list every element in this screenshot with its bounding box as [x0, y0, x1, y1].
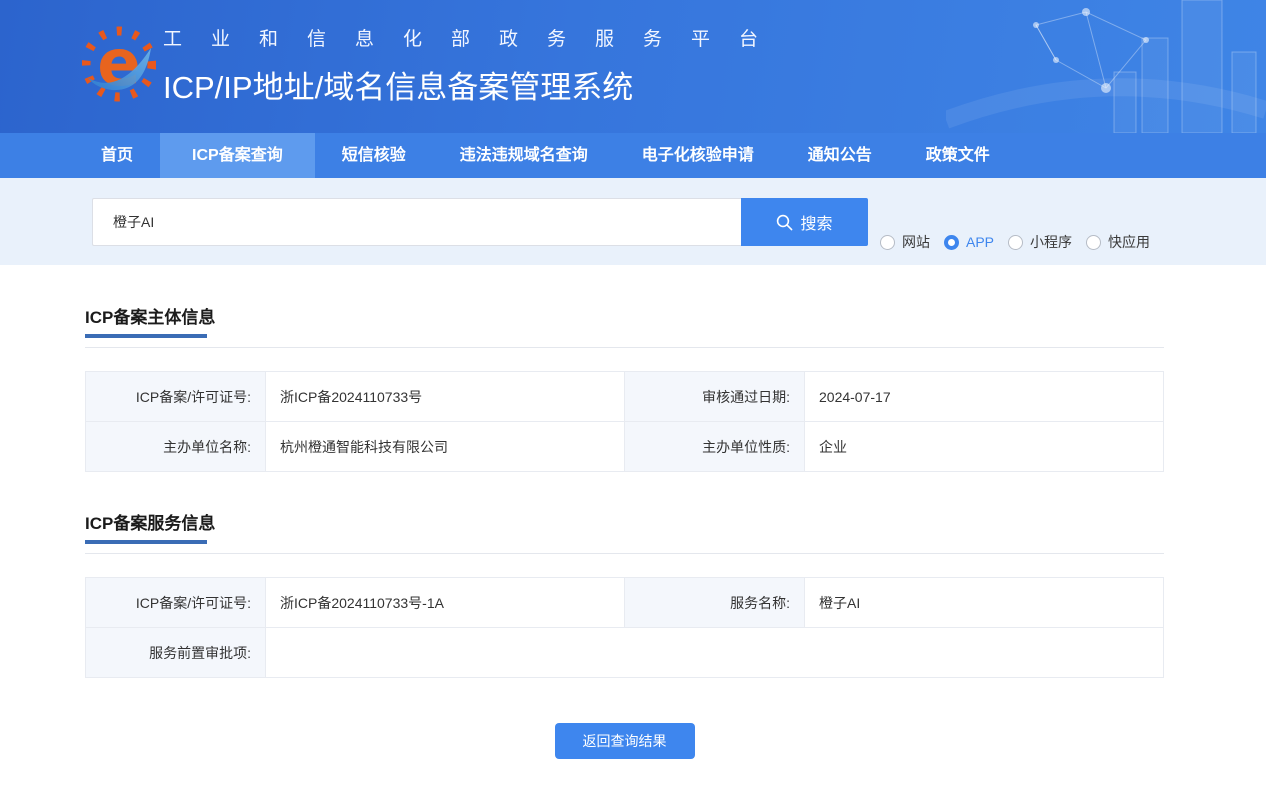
nav-item-illegal-domain-query[interactable]: 违法违规域名查询 — [433, 133, 615, 178]
section-divider — [85, 553, 1164, 554]
field-label: 主办单位性质: — [624, 421, 805, 472]
service-icp-license-number: 浙ICP备2024110733号-1A — [265, 577, 625, 628]
search-button-label: 搜索 — [800, 216, 833, 233]
header-skyline-graphic — [946, 0, 1266, 133]
radio-icon[interactable] — [1008, 234, 1024, 250]
radio-label: 网站 — [902, 234, 930, 250]
svg-text:e: e — [97, 27, 140, 101]
header-titles: 工业和信息化部政务服务平台 ICP/IP地址/域名信息备案管理系统 — [163, 24, 787, 107]
search-button[interactable]: 搜索 — [741, 198, 868, 246]
nav-item-icp-query[interactable]: ICP备案查询 — [160, 133, 315, 178]
footer-actions: 返回查询结果 — [85, 723, 1164, 759]
radio-option-quickapp[interactable]: 快应用 — [1086, 232, 1150, 252]
organizer-nature: 企业 — [804, 421, 1164, 472]
field-label: ICP备案/许可证号: — [85, 577, 266, 628]
search-type-radio-group: 网站 APP 小程序 快应用 — [880, 232, 1150, 252]
table-row: ICP备案/许可证号: 浙ICP备2024110733号 审核通过日期: 202… — [85, 371, 1164, 422]
miit-gear-e-logo: e — [82, 26, 156, 102]
search-section: 搜索 网站 APP 小程序 快应用 — [0, 178, 1266, 265]
table-row: ICP备案/许可证号: 浙ICP备2024110733号-1A 服务名称: 橙子… — [85, 577, 1164, 628]
review-pass-date: 2024-07-17 — [804, 371, 1164, 422]
field-label: 服务前置审批项: — [85, 627, 266, 678]
organizer-name: 杭州橙通智能科技有限公司 — [265, 421, 625, 472]
pre-approval-item — [265, 627, 1164, 678]
table-row: 主办单位名称: 杭州橙通智能科技有限公司 主办单位性质: 企业 — [85, 421, 1164, 472]
radio-option-miniprogram[interactable]: 小程序 — [1008, 232, 1072, 252]
service-info-table: ICP备案/许可证号: 浙ICP备2024110733号-1A 服务名称: 橙子… — [85, 577, 1164, 678]
nav-item-sms-verify[interactable]: 短信核验 — [315, 133, 433, 178]
radio-label: 快应用 — [1108, 234, 1151, 250]
table-row: 服务前置审批项: — [85, 627, 1164, 678]
subject-info-table: ICP备案/许可证号: 浙ICP备2024110733号 审核通过日期: 202… — [85, 371, 1164, 472]
field-label: ICP备案/许可证号: — [85, 371, 266, 422]
service-info-section-head: ICP备案服务信息 — [85, 509, 1164, 554]
radio-label: 小程序 — [1030, 234, 1073, 250]
subject-info-section-head: ICP备案主体信息 — [85, 303, 1164, 348]
radio-option-website[interactable]: 网站 — [880, 232, 930, 252]
platform-subtitle: 工业和信息化部政务服务平台 — [163, 29, 788, 50]
page-title: ICP/IP地址/域名信息备案管理系统 — [163, 70, 634, 105]
title-underline — [85, 540, 207, 544]
service-info-title: ICP备案服务信息 — [85, 514, 216, 533]
nav-item-e-verify-apply[interactable]: 电子化核验申请 — [615, 133, 781, 178]
page-header: e 工业和信息化部政务服务平台 ICP/IP地址/域名信息备案管理系统 — [0, 0, 1266, 133]
nav-item-announcements[interactable]: 通知公告 — [781, 133, 899, 178]
magnifier-icon — [777, 214, 793, 230]
search-input[interactable] — [92, 198, 741, 246]
service-name: 橙子AI — [804, 577, 1164, 628]
radio-icon-selected[interactable] — [944, 234, 959, 250]
radio-icon[interactable] — [880, 234, 895, 250]
result-content: ICP备案主体信息 ICP备案/许可证号: 浙ICP备2024110733号 审… — [85, 303, 1164, 759]
radio-option-app[interactable]: APP — [944, 234, 994, 250]
subject-info-title: ICP备案主体信息 — [85, 308, 216, 327]
field-label: 主办单位名称: — [85, 421, 266, 472]
field-label: 审核通过日期: — [624, 371, 805, 422]
main-nav: 首页 ICP备案查询 短信核验 违法违规域名查询 电子化核验申请 通知公告 政策… — [0, 133, 1266, 178]
field-label: 服务名称: — [624, 577, 805, 628]
icp-license-number: 浙ICP备2024110733号 — [265, 371, 625, 422]
nav-item-home[interactable]: 首页 — [74, 133, 160, 178]
nav-item-policy-docs[interactable]: 政策文件 — [899, 133, 1017, 178]
back-to-results-button[interactable]: 返回查询结果 — [554, 723, 695, 759]
title-underline — [85, 334, 207, 338]
section-divider — [85, 347, 1164, 348]
radio-label: APP — [966, 234, 995, 250]
radio-icon[interactable] — [1086, 234, 1102, 250]
